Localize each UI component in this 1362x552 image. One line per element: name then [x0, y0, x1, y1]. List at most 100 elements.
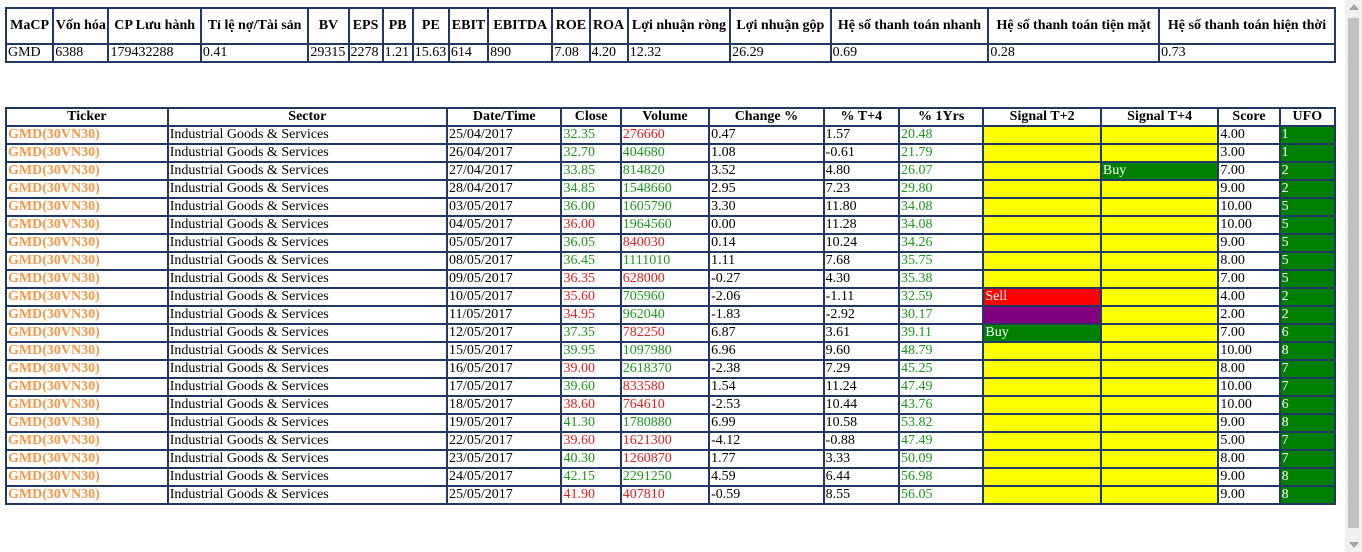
ticker-link[interactable]: GMD(30VN30) [5, 143, 169, 163]
volume-cell: 1964560 [619, 215, 711, 235]
ticker-link[interactable]: GMD(30VN30) [5, 377, 169, 397]
date-cell: 17/05/2017 [445, 377, 563, 397]
summary-column-header: BV [307, 7, 350, 45]
ticker-link[interactable]: GMD(30VN30) [5, 305, 169, 325]
close-cell: 36.05 [560, 233, 622, 253]
ticker-link[interactable]: GMD(30VN30) [5, 359, 169, 379]
table-row: GMD(30VN30) Industrial Goods & Services 25… [5, 485, 1337, 505]
ticker-link[interactable]: GMD(30VN30) [5, 197, 169, 217]
ticker-link[interactable]: GMD(30VN30) [5, 125, 169, 145]
summary-column-header: Hệ số thanh toán hiện thời [1158, 7, 1336, 45]
sector-cell: Industrial Goods & Services [166, 395, 448, 415]
scroll-up-arrow-icon[interactable] [1349, 4, 1359, 10]
one-year-percent-cell: 30.17 [897, 305, 985, 325]
change-cell: 0.14 [708, 233, 825, 253]
score-cell: 10.00 [1217, 341, 1281, 361]
t4-percent-cell: 4.80 [822, 161, 900, 181]
vertical-scrollbar[interactable] [1345, 0, 1362, 552]
ticker-link[interactable]: GMD(30VN30) [5, 485, 169, 505]
t4-percent-cell: 10.58 [822, 413, 900, 433]
volume-cell: 1621300 [619, 431, 711, 451]
ticker-link[interactable]: GMD(30VN30) [5, 395, 169, 415]
summary-column-header: PE [411, 7, 450, 45]
summary-column-header: Hệ số thanh toán tiện mặt [987, 7, 1161, 45]
signals-table-body: GMD(30VN30) Industrial Goods & Services 25… [5, 125, 1337, 505]
signal-t4-cell [1099, 269, 1220, 289]
ticker-link[interactable]: GMD(30VN30) [5, 287, 169, 307]
signal-t2-cell [982, 143, 1102, 163]
signal-t2-cell [982, 161, 1102, 181]
signal-t4-cell [1099, 359, 1220, 379]
volume-cell: 2618370 [619, 359, 711, 379]
one-year-percent-cell: 34.08 [897, 215, 985, 235]
scroll-down-arrow-icon[interactable] [1349, 542, 1359, 548]
ticker-link[interactable]: GMD(30VN30) [5, 413, 169, 433]
score-cell: 7.00 [1217, 161, 1281, 181]
signal-t2-cell [982, 305, 1102, 325]
score-cell: 10.00 [1217, 197, 1281, 217]
ticker-link[interactable]: GMD(30VN30) [5, 431, 169, 451]
volume-cell: 628000 [619, 269, 711, 289]
signals-column-header: Close [560, 107, 622, 127]
table-row: GMD(30VN30) Industrial Goods & Services 15… [5, 341, 1337, 361]
ticker-link[interactable]: GMD(30VN30) [5, 467, 169, 487]
sector-cell: Industrial Goods & Services [166, 287, 448, 307]
change-cell: 0.47 [708, 125, 825, 145]
sector-cell: Industrial Goods & Services [166, 251, 448, 271]
summary-cell: 179432288 [107, 43, 202, 63]
summary-cell: 890 [487, 43, 554, 63]
table-row: GMD(30VN30) Industrial Goods & Services 27… [5, 161, 1337, 181]
sector-cell: Industrial Goods & Services [166, 161, 448, 181]
date-cell: 19/05/2017 [445, 413, 563, 433]
score-cell: 2.00 [1217, 305, 1281, 325]
ticker-link[interactable]: GMD(30VN30) [5, 323, 169, 343]
table-row: GMD(30VN30) Industrial Goods & Services 24… [5, 467, 1337, 487]
signal-t4-cell [1099, 485, 1220, 505]
signal-t2-cell [982, 467, 1102, 487]
signal-t2-cell [982, 431, 1102, 451]
ticker-link[interactable]: GMD(30VN30) [5, 251, 169, 271]
change-cell: 4.59 [708, 467, 825, 487]
summary-cell: 6388 [52, 43, 110, 63]
ticker-link[interactable]: GMD(30VN30) [5, 215, 169, 235]
date-cell: 22/05/2017 [445, 431, 563, 451]
volume-cell: 764610 [619, 395, 711, 415]
ticker-link[interactable]: GMD(30VN30) [5, 233, 169, 253]
signals-column-header: Date/Time [445, 107, 563, 127]
score-cell: 9.00 [1217, 413, 1281, 433]
change-cell: 1.77 [708, 449, 825, 469]
signal-t2-cell [982, 197, 1102, 217]
ticker-link[interactable]: GMD(30VN30) [5, 341, 169, 361]
close-cell: 33.85 [560, 161, 622, 181]
signal-t2-cell [982, 215, 1102, 235]
close-cell: 41.30 [560, 413, 622, 433]
signal-t2-cell: Buy [982, 323, 1102, 343]
ticker-link[interactable]: GMD(30VN30) [5, 449, 169, 469]
ufo-cell: 1 [1278, 125, 1337, 145]
change-cell: 3.30 [708, 197, 825, 217]
t4-percent-cell: 10.44 [822, 395, 900, 415]
change-cell: -0.59 [708, 485, 825, 505]
scrollbar-thumb[interactable] [1348, 18, 1359, 528]
date-cell: 18/05/2017 [445, 395, 563, 415]
ufo-cell: 8 [1278, 485, 1337, 505]
change-cell: -1.83 [708, 305, 825, 325]
summary-data-row: GMD 6388 179432288 0.41 29315 2278 1.21 15.63 61… [4, 43, 1336, 63]
volume-cell: 814820 [619, 161, 711, 181]
close-cell: 42.15 [560, 467, 622, 487]
ticker-link[interactable]: GMD(30VN30) [5, 269, 169, 289]
table-row: GMD(30VN30) Industrial Goods & Services 08… [5, 251, 1337, 271]
t4-percent-cell: 4.30 [822, 269, 900, 289]
close-cell: 39.60 [560, 377, 622, 397]
summary-cell: 0.41 [199, 43, 310, 63]
score-cell: 8.00 [1217, 449, 1281, 469]
signal-t2-cell [982, 251, 1102, 271]
signal-t2-cell [982, 377, 1102, 397]
one-year-percent-cell: 29.80 [897, 179, 985, 199]
date-cell: 09/05/2017 [445, 269, 563, 289]
ufo-cell: 8 [1278, 413, 1337, 433]
ticker-link[interactable]: GMD(30VN30) [5, 179, 169, 199]
change-cell: -2.53 [708, 395, 825, 415]
ticker-link[interactable]: GMD(30VN30) [5, 161, 169, 181]
close-cell: 34.85 [560, 179, 622, 199]
